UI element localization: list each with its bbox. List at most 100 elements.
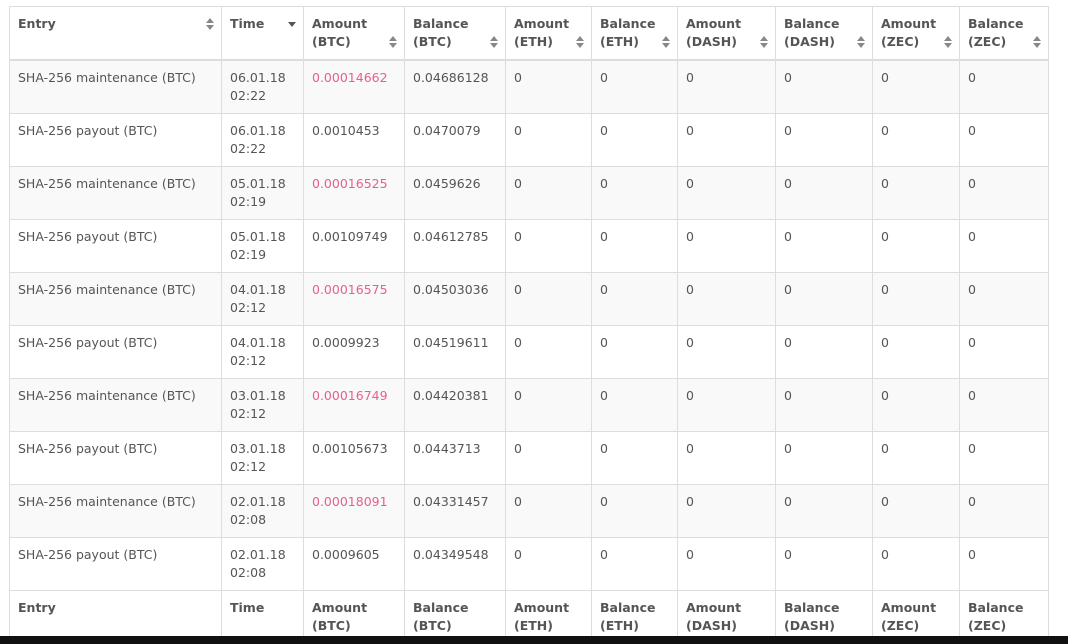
cell-balance-btc: 0.04349548	[404, 537, 506, 591]
cell-amount-eth: 0	[505, 431, 592, 485]
cell-amount-zec: 0	[872, 59, 960, 114]
cell-amount-eth: 0	[505, 113, 592, 167]
table-header: Entry Time Amount (BTC) Balance (BTC) Amount…	[9, 6, 1049, 61]
column-header-entry[interactable]: Entry	[9, 6, 222, 61]
bottom-bar	[0, 636, 1068, 644]
table-row: SHA-256 payout (BTC) 05.01.18 02:19 0.0010…	[9, 219, 1049, 273]
cell-amount-zec: 0	[872, 378, 960, 432]
table-row: SHA-256 maintenance (BTC) 02.01.18 02:08 0…	[9, 484, 1049, 538]
cell-amount-zec: 0	[872, 484, 960, 538]
table-row: SHA-256 maintenance (BTC) 03.01.18 02:12 0…	[9, 378, 1049, 432]
column-header-amount-btc[interactable]: Amount (BTC)	[303, 6, 405, 61]
sort-desc-icon	[288, 22, 296, 27]
cell-balance-zec: 0	[959, 166, 1049, 220]
sort-both-icon	[662, 36, 670, 48]
cell-amount-eth: 0	[505, 325, 592, 379]
cell-balance-zec: 0	[959, 219, 1049, 273]
cell-amount-dash: 0	[677, 59, 776, 114]
table-row: SHA-256 maintenance (BTC) 05.01.18 02:19 0…	[9, 166, 1049, 220]
cell-time: 03.01.18 02:12	[221, 378, 304, 432]
column-header-label: Balance (ZEC)	[968, 16, 1024, 49]
cell-amount-eth: 0	[505, 219, 592, 273]
column-header-amount-eth[interactable]: Amount (ETH)	[505, 6, 592, 61]
cell-balance-dash: 0	[775, 272, 873, 326]
column-header-balance-eth[interactable]: Balance (ETH)	[591, 6, 678, 61]
cell-balance-dash: 0	[775, 113, 873, 167]
cell-time: 04.01.18 02:12	[221, 272, 304, 326]
cell-amount-zec: 0	[872, 325, 960, 379]
cell-amount-dash: 0	[677, 113, 776, 167]
cell-balance-eth: 0	[591, 113, 678, 167]
cell-amount-dash: 0	[677, 325, 776, 379]
column-header-label: Time	[230, 16, 265, 31]
cell-balance-dash: 0	[775, 378, 873, 432]
cell-time: 02.01.18 02:08	[221, 537, 304, 591]
ledger-table: Entry Time Amount (BTC) Balance (BTC) Amount…	[9, 6, 1049, 644]
cell-balance-zec: 0	[959, 59, 1049, 114]
cell-amount-zec: 0	[872, 272, 960, 326]
page: Entry Time Amount (BTC) Balance (BTC) Amount…	[0, 0, 1068, 644]
cell-balance-eth: 0	[591, 325, 678, 379]
cell-balance-btc: 0.04612785	[404, 219, 506, 273]
cell-amount-zec: 0	[872, 166, 960, 220]
cell-balance-eth: 0	[591, 219, 678, 273]
cell-amount-btc: 0.00018091	[303, 484, 405, 538]
cell-balance-btc: 0.04686128	[404, 59, 506, 114]
sort-both-icon	[1033, 36, 1041, 48]
cell-amount-btc: 0.00014662	[303, 59, 405, 114]
cell-entry: SHA-256 maintenance (BTC)	[9, 166, 222, 220]
cell-amount-eth: 0	[505, 484, 592, 538]
cell-balance-btc: 0.04503036	[404, 272, 506, 326]
cell-balance-zec: 0	[959, 272, 1049, 326]
cell-amount-dash: 0	[677, 272, 776, 326]
cell-time: 05.01.18 02:19	[221, 219, 304, 273]
table-row: SHA-256 payout (BTC) 04.01.18 02:12 0.0009…	[9, 325, 1049, 379]
cell-amount-dash: 0	[677, 378, 776, 432]
column-header-balance-zec[interactable]: Balance (ZEC)	[959, 6, 1049, 61]
cell-amount-dash: 0	[677, 431, 776, 485]
cell-time: 06.01.18 02:22	[221, 113, 304, 167]
cell-balance-eth: 0	[591, 484, 678, 538]
sort-both-icon	[760, 36, 768, 48]
cell-balance-dash: 0	[775, 537, 873, 591]
cell-balance-btc: 0.04420381	[404, 378, 506, 432]
cell-balance-dash: 0	[775, 166, 873, 220]
cell-amount-btc: 0.0010453	[303, 113, 405, 167]
cell-amount-btc: 0.00105673	[303, 431, 405, 485]
cell-entry: SHA-256 payout (BTC)	[9, 537, 222, 591]
cell-entry: SHA-256 payout (BTC)	[9, 325, 222, 379]
sort-both-icon	[389, 36, 397, 48]
sort-both-icon	[490, 36, 498, 48]
cell-amount-btc: 0.00016575	[303, 272, 405, 326]
cell-entry: SHA-256 payout (BTC)	[9, 113, 222, 167]
table-row: SHA-256 payout (BTC) 03.01.18 02:12 0.0010…	[9, 431, 1049, 485]
cell-entry: SHA-256 payout (BTC)	[9, 431, 222, 485]
column-header-label: Entry	[18, 16, 56, 31]
cell-balance-dash: 0	[775, 219, 873, 273]
cell-balance-zec: 0	[959, 431, 1049, 485]
cell-amount-zec: 0	[872, 113, 960, 167]
cell-amount-eth: 0	[505, 378, 592, 432]
column-header-amount-dash[interactable]: Amount (DASH)	[677, 6, 776, 61]
cell-time: 02.01.18 02:08	[221, 484, 304, 538]
cell-amount-btc: 0.0009605	[303, 537, 405, 591]
table-row: SHA-256 payout (BTC) 02.01.18 02:08 0.0009…	[9, 537, 1049, 591]
table-row: SHA-256 payout (BTC) 06.01.18 02:22 0.0010…	[9, 113, 1049, 167]
cell-amount-dash: 0	[677, 219, 776, 273]
sort-both-icon	[206, 18, 214, 30]
cell-entry: SHA-256 maintenance (BTC)	[9, 59, 222, 114]
cell-balance-dash: 0	[775, 325, 873, 379]
cell-entry: SHA-256 payout (BTC)	[9, 219, 222, 273]
column-header-balance-dash[interactable]: Balance (DASH)	[775, 6, 873, 61]
header-row: Entry Time Amount (BTC) Balance (BTC) Amount…	[9, 6, 1049, 61]
column-header-amount-zec[interactable]: Amount (ZEC)	[872, 6, 960, 61]
cell-balance-eth: 0	[591, 537, 678, 591]
column-header-label: Balance (ETH)	[600, 16, 656, 49]
cell-balance-zec: 0	[959, 325, 1049, 379]
cell-balance-eth: 0	[591, 59, 678, 114]
column-header-time[interactable]: Time	[221, 6, 304, 61]
cell-balance-btc: 0.0470079	[404, 113, 506, 167]
cell-balance-btc: 0.04331457	[404, 484, 506, 538]
column-header-balance-btc[interactable]: Balance (BTC)	[404, 6, 506, 61]
cell-amount-eth: 0	[505, 272, 592, 326]
